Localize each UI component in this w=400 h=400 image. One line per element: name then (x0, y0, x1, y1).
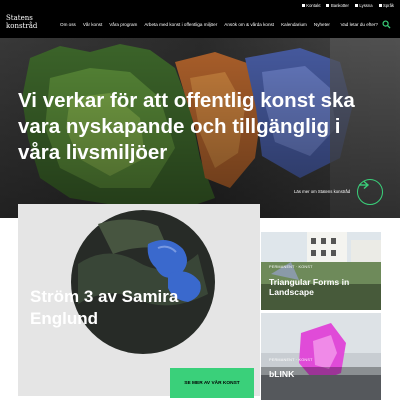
hero-title: Vi verkar för att offentlig konst ska va… (18, 89, 355, 164)
nav-item-vara-program[interactable]: Våra program (109, 22, 137, 27)
site-logo[interactable]: Statens konstråd (6, 14, 38, 30)
utility-contact-link[interactable]: Kontakt (301, 2, 321, 8)
utility-contact-label: Kontakt (306, 2, 321, 8)
speaker-icon (354, 3, 358, 7)
envelope-icon (301, 3, 305, 7)
utility-listen-link[interactable]: Lyssna (354, 2, 373, 8)
nav-item-ansok[interactable]: Ansök om & vårda konst (224, 22, 274, 27)
nav-item-kalendarium[interactable]: Kalendarium (281, 22, 307, 27)
hero-banner: Vi verkar för att offentlig konst ska va… (0, 38, 400, 218)
nav-item-om-oss[interactable]: Om oss (60, 22, 76, 27)
page: Kontakt Bankotter Lyssna Språk Statens k… (0, 0, 400, 400)
globe-icon (378, 3, 382, 7)
utility-listen-label: Lyssna (359, 2, 373, 8)
blink-artwork-image (261, 313, 381, 400)
search-icon[interactable] (382, 19, 391, 29)
card-2-title: bLINK (269, 369, 295, 379)
nav-item-arbeta-med-konst[interactable]: Arbeta med konst i offentliga miljöer (144, 22, 217, 27)
triangular-artwork-image (261, 232, 381, 310)
search-label: Vad letar du efter? (340, 21, 378, 27)
nav-item-var-konst[interactable]: Vår konst (83, 22, 102, 27)
see-more-art-button[interactable]: SE MER AV VÅR KONST (170, 368, 254, 398)
card-2-kicker: PERMANENT · KONST (269, 358, 313, 362)
image-icon (326, 3, 330, 7)
card-1-kicker: PERMANENT · KONST (269, 265, 313, 269)
utility-images-link[interactable]: Bankotter (326, 2, 349, 8)
utility-images-label: Bankotter (330, 2, 349, 8)
artwork-card-blink[interactable]: PERMANENT · KONST bLINK (261, 313, 381, 400)
hero-arrow-button[interactable] (357, 179, 383, 205)
utility-bar: Kontakt Bankotter Lyssna Språk (0, 0, 400, 10)
featured-section: Ström 3 av Samira Englund SE MER AV VÅR … (0, 204, 400, 400)
utility-language-label: Språk (383, 2, 394, 8)
feature-title: Ström 3 av Samira Englund (30, 287, 179, 328)
card-1-title: Triangular Forms in Landscape (269, 277, 350, 297)
hero-read-more-link[interactable]: Läs mer om Statens konstråd (294, 189, 350, 194)
logo-line-2: konstråd (6, 21, 38, 30)
arrow-right-icon (359, 180, 370, 190)
main-nav: Om oss Vår konst Våra program Arbeta med… (60, 10, 330, 38)
utility-language-link[interactable]: Språk (378, 2, 394, 8)
nav-item-nyheter[interactable]: Nyheter (314, 22, 330, 27)
artwork-card-triangular[interactable]: PERMANENT · KONST Triangular Forms in La… (261, 232, 381, 310)
site-header: Statens konstråd Om oss Vår konst Våra p… (0, 10, 400, 38)
search-trigger[interactable]: Vad letar du efter? (341, 10, 391, 38)
